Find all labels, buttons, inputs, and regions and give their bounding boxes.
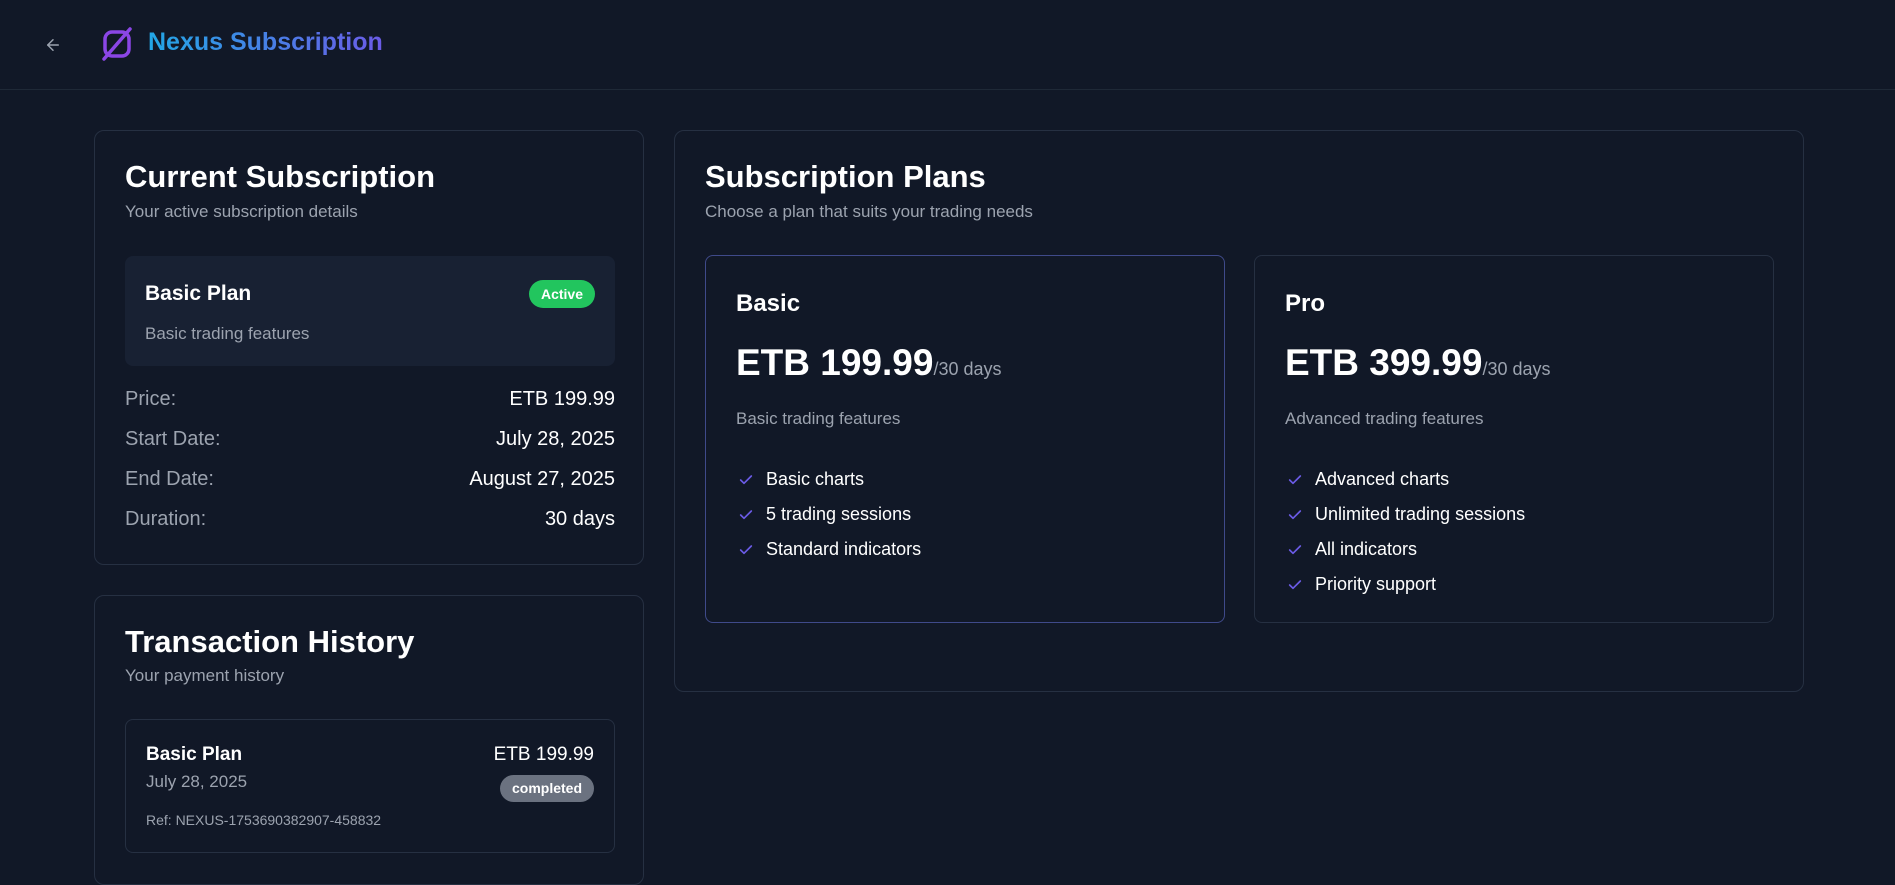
plan-description: Basic trading features [736,409,901,428]
plan-card-pro[interactable]: Pro ETB 399.99 /30 days Advanced trading… [1254,255,1774,623]
detail-label: Start Date: [125,427,221,450]
transaction-amount: ETB 199.99 [493,744,594,765]
plan-price-row: ETB 399.99 /30 days [1285,342,1551,384]
plan-feature-label: Unlimited trading sessions [1315,504,1526,524]
plan-feature-label: Standard indicators [766,539,922,559]
plan-feature: Standard indicators [736,532,921,567]
plan-description: Advanced trading features [1285,409,1484,428]
plan-price: ETB 199.99 [736,342,934,383]
app-title: Nexus Subscription [148,28,383,56]
plan-feature: Unlimited trading sessions [1285,497,1525,532]
check-icon [736,540,756,560]
detail-value: August 27, 2025 [469,467,615,490]
transaction-status-badge: completed [499,775,594,802]
top-bar: Nexus Subscription [0,0,1895,90]
detail-row-start-date: Start Date: July 28, 2025 [125,424,615,454]
plan-feature-label: Priority support [1315,574,1437,594]
nexus-logo-icon [102,27,132,61]
subscription-plans-title: Subscription Plans [705,159,986,194]
current-subscription-title: Current Subscription [125,159,436,194]
check-icon [1285,540,1305,560]
detail-value: ETB 199.99 [509,387,615,410]
check-icon [1285,575,1305,595]
plan-price: ETB 399.99 [1285,342,1483,383]
detail-value: July 28, 2025 [496,427,615,450]
plan-feature: Basic charts [736,462,921,497]
check-icon [1285,470,1305,490]
plan-feature: 5 trading sessions [736,497,921,532]
subscription-plans-subtitle: Choose a plan that suits your trading ne… [705,202,1033,221]
plan-name: Basic [736,290,801,317]
plan-feature-label: 5 trading sessions [766,504,912,524]
plan-feature: Advanced charts [1285,462,1525,497]
plan-features-list: Basic charts 5 trading sessions Standard… [736,462,921,567]
back-button[interactable] [38,30,68,60]
detail-value: 30 days [544,507,615,530]
detail-label: Duration: [125,507,207,530]
subscription-plans-card: Subscription Plans Choose a plan that su… [674,130,1804,692]
transaction-item[interactable]: Basic Plan July 28, 2025 ETB 199.99 comp… [125,719,615,853]
active-plan-box: Basic Plan Active Basic trading features [125,256,615,366]
plan-features-list: Advanced charts Unlimited trading sessio… [1285,462,1525,602]
status-badge: Active [528,280,595,308]
current-subscription-card: Current Subscription Your active subscri… [94,130,644,565]
check-icon [736,505,756,525]
plan-feature: All indicators [1285,532,1525,567]
transaction-history-title: Transaction History [125,624,415,659]
detail-row-duration: Duration: 30 days [125,504,615,534]
plan-feature: Priority support [1285,567,1525,602]
plan-feature-label: Basic charts [766,469,865,489]
plan-card-basic[interactable]: Basic ETB 199.99 /30 days Basic trading … [705,255,1225,623]
plan-price-row: ETB 199.99 /30 days [736,342,1002,384]
active-plan-name: Basic Plan [145,282,252,305]
transaction-history-subtitle: Your payment history [125,666,285,685]
detail-row-price: Price: ETB 199.99 [125,384,615,414]
plan-name: Pro [1285,290,1326,317]
check-icon [736,470,756,490]
transaction-history-card: Transaction History Your payment history… [94,595,644,885]
arrow-left-icon [47,39,59,51]
detail-label: Price: [125,387,177,410]
detail-label: End Date: [125,467,214,490]
transaction-plan: Basic Plan [146,744,243,765]
plan-period: /30 days [1482,359,1551,379]
plan-feature-label: All indicators [1315,539,1418,559]
current-subscription-subtitle: Your active subscription details [125,202,358,221]
transaction-reference: Ref: NEXUS-1753690382907-458832 [146,812,382,828]
transaction-date: July 28, 2025 [146,772,248,791]
detail-row-end-date: End Date: August 27, 2025 [125,464,615,494]
plan-feature-label: Advanced charts [1315,469,1450,489]
active-plan-description: Basic trading features [145,324,310,343]
check-icon [1285,505,1305,525]
plan-period: /30 days [933,359,1002,379]
